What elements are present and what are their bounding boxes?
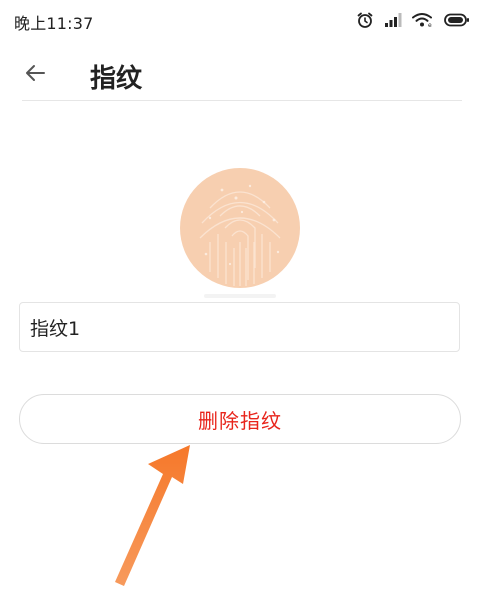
back-button[interactable] [20,60,50,90]
fingerprint-image [178,168,302,300]
status-bar: 晚上11:37 e [0,0,486,40]
fingerprint-name-value: 指纹1 [30,317,81,340]
signal-icon [384,12,402,28]
svg-text:e: e [428,22,432,28]
alarm-icon [356,11,374,29]
status-time: 晚上11:37 [14,14,94,33]
delete-fingerprint-button[interactable]: 删除指纹 [19,394,461,444]
fingerprint-name-field[interactable]: 指纹1 [19,302,460,352]
header-divider [22,100,462,101]
status-icons: e [356,10,470,30]
battery-icon [444,13,470,27]
fingerprint-icon [180,168,300,288]
app-header: 指纹 [0,48,486,100]
wifi-icon: e [412,12,434,28]
page-title: 指纹 [90,64,143,94]
arrow-left-icon [23,61,47,89]
delete-fingerprint-label: 删除指纹 [198,408,282,433]
fingerprint-base-line [204,294,276,298]
